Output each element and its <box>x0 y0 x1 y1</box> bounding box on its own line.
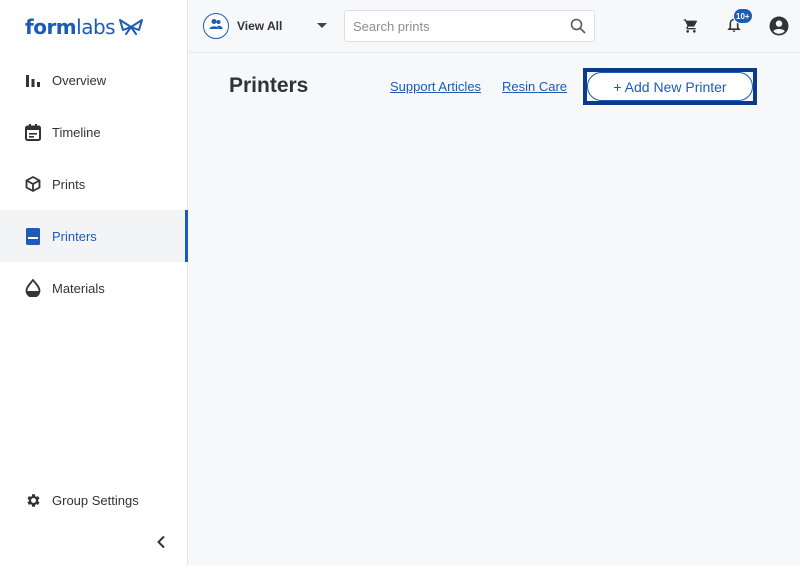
sidebar-item-materials[interactable]: Materials <box>0 262 188 314</box>
sidebar-item-label: Materials <box>52 280 105 296</box>
page-title: Printers <box>229 74 309 97</box>
sidebar-item-label: Prints <box>52 176 86 192</box>
support-articles-link[interactable]: Support Articles <box>390 79 481 94</box>
search-icon[interactable] <box>570 18 586 34</box>
collapse-sidebar-button[interactable] <box>152 533 170 555</box>
sidebar-item-label: Group Settings <box>52 492 139 508</box>
sidebar-item-printers[interactable]: Printers <box>0 210 188 262</box>
caret-down-icon[interactable] <box>317 23 327 28</box>
search-input[interactable] <box>345 11 555 41</box>
sidebar-item-timeline[interactable]: Timeline <box>0 106 188 158</box>
account-icon[interactable] <box>769 16 789 36</box>
add-new-printer-button[interactable]: + Add New Printer <box>587 72 753 101</box>
chevron-left-icon <box>156 535 166 554</box>
logo-text-light: labs <box>76 15 116 39</box>
printer-icon <box>24 227 42 245</box>
cart-icon[interactable] <box>683 18 701 36</box>
butterfly-logo-icon <box>118 18 144 36</box>
cube-icon <box>24 175 42 193</box>
sidebar-item-label: Printers <box>52 228 97 244</box>
view-selector-label[interactable]: View All <box>237 19 282 33</box>
formlabs-logo[interactable]: formlabs <box>25 15 144 39</box>
logo-text-bold: form <box>25 15 77 39</box>
sidebar-item-label: Timeline <box>52 124 101 140</box>
bar-chart-icon <box>24 71 42 89</box>
sidebar-item-label: Overview <box>52 72 107 88</box>
gear-icon <box>24 491 42 509</box>
sidebar-item-group-settings[interactable]: Group Settings <box>0 474 188 526</box>
sidebar: formlabs Overview Timeline Prints Printe… <box>0 0 188 565</box>
group-icon <box>209 17 223 35</box>
group-selector-avatar[interactable] <box>203 13 229 39</box>
resin-care-link[interactable]: Resin Care <box>502 79 567 94</box>
sidebar-item-prints[interactable]: Prints <box>0 158 188 210</box>
search-box <box>344 10 595 42</box>
calendar-icon <box>24 123 42 141</box>
droplet-icon <box>24 279 42 297</box>
top-bar: View All 10+ <box>189 0 800 53</box>
notification-count-badge: 10+ <box>733 8 753 24</box>
sidebar-item-overview[interactable]: Overview <box>0 54 188 106</box>
